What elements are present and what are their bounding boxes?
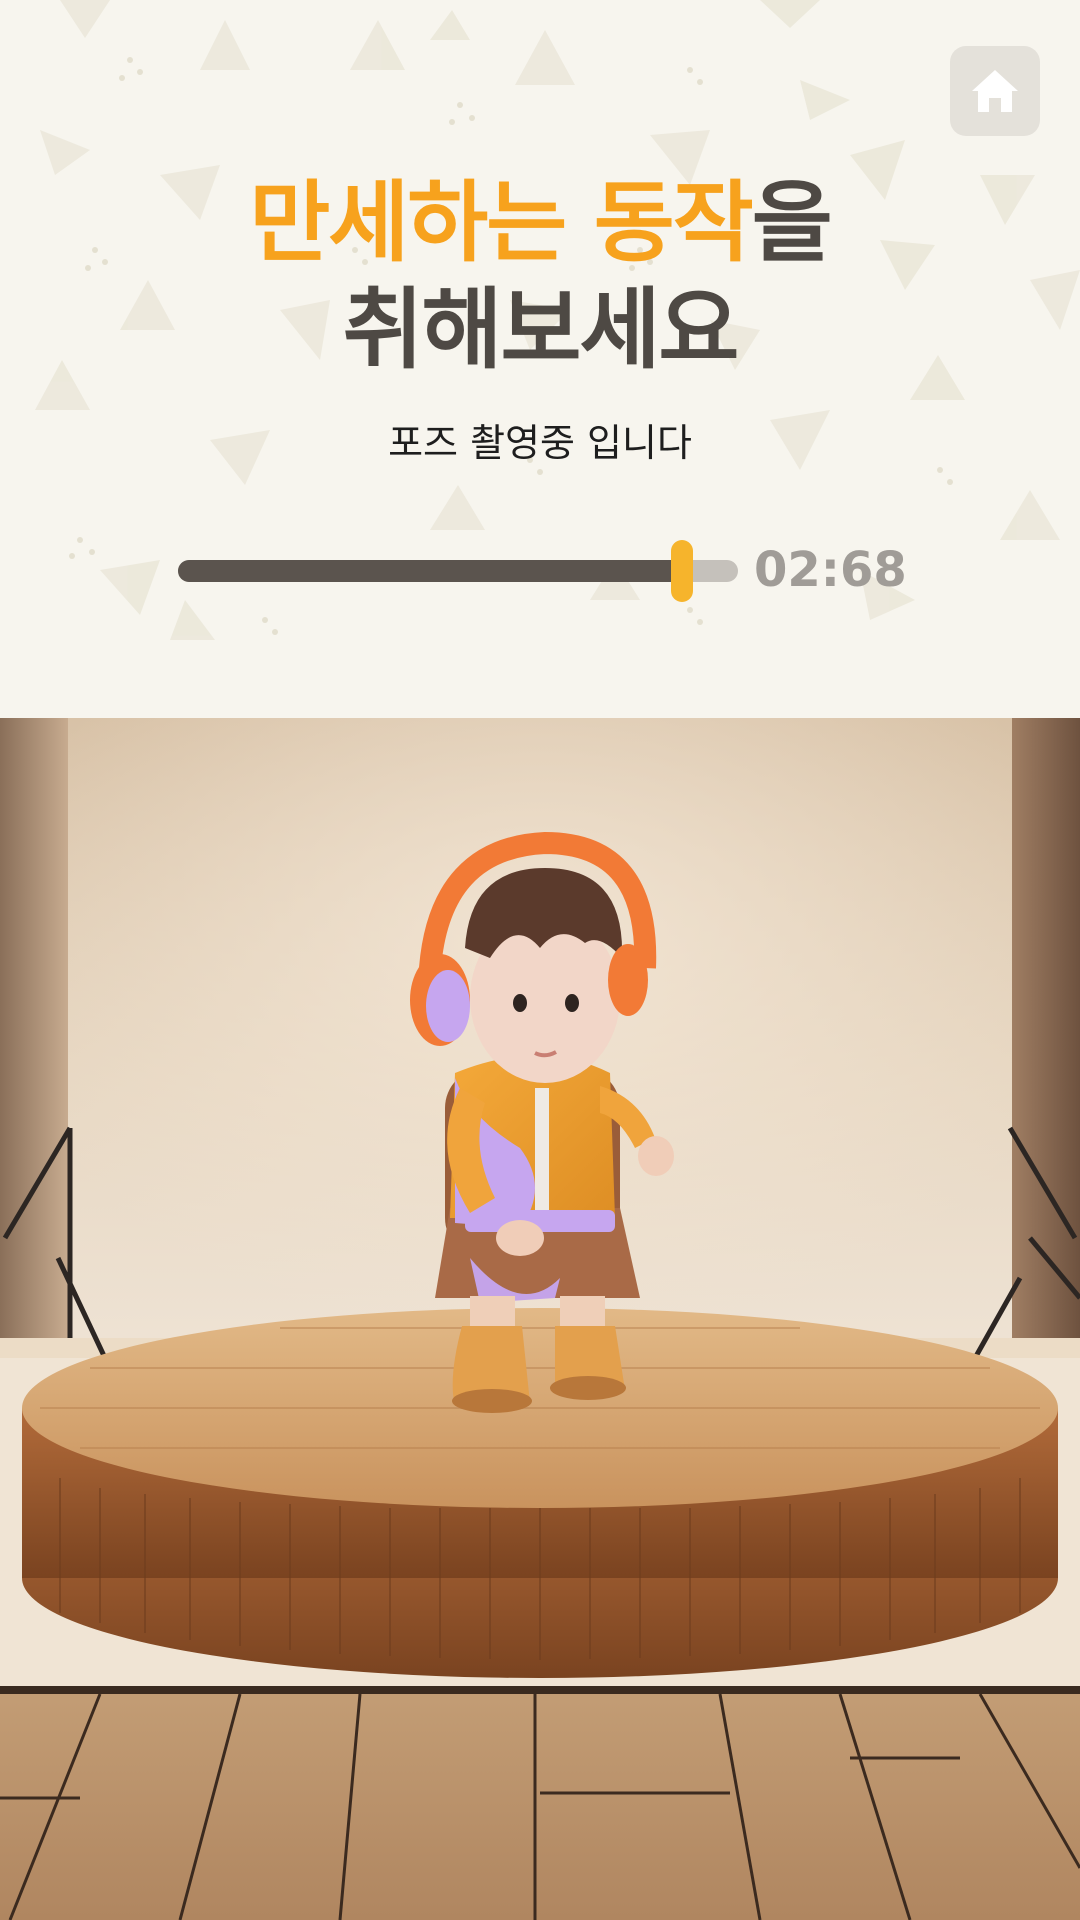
recording-timer: 02:68 [754, 542, 907, 598]
home-button[interactable] [950, 46, 1040, 136]
instruction-title-line1: 만세하는 동작을 [0, 168, 1080, 278]
instruction-panel: 만세하는 동작을 취해보세요 포즈 촬영중 입니다 02:68 [0, 0, 1080, 718]
home-icon [972, 70, 1018, 112]
recording-progress-bar[interactable] [178, 540, 738, 602]
progress-handle[interactable] [671, 540, 693, 602]
instruction-highlight-action: 만세하는 [249, 171, 567, 274]
progress-fill [178, 560, 682, 582]
photo-studio-scene [0, 718, 1080, 1920]
instruction-particle: 을 [751, 171, 833, 274]
instruction-highlight-motion: 동작 [593, 171, 754, 274]
recording-status-text: 포즈 촬영중 입니다 [388, 421, 692, 465]
studio-illustration [0, 718, 1080, 1920]
instruction-title-line2: 취해보세요 [342, 278, 740, 381]
